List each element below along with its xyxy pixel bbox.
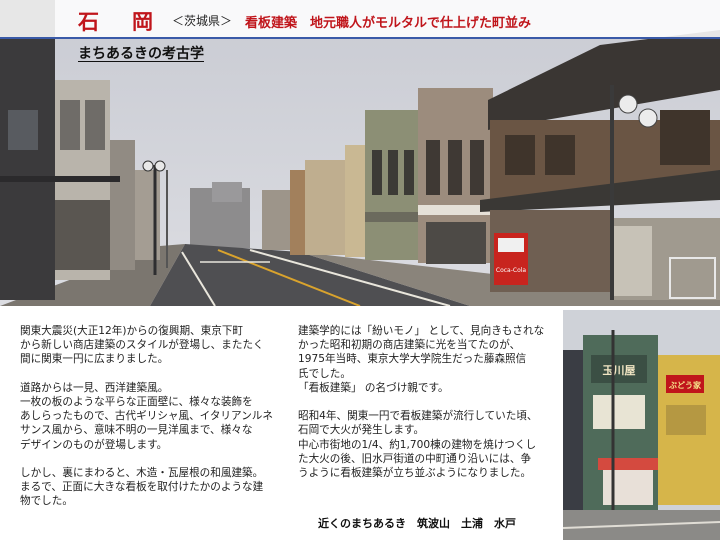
side-sign-left: 玉川屋: [603, 364, 636, 377]
storefront-scene: 玉川屋 ぶどう家: [563, 310, 720, 540]
headline: 看板建築 地元職人がモルタルで仕上げた町並み: [245, 16, 532, 31]
body-column-2: 建築学的には「紛いモノ」 として、見向きもされな かった昭和初期の商店建築に光を…: [298, 325, 545, 480]
series-title: まちあるきの考古学: [78, 46, 204, 62]
vending-machine-label: Coca-Cola: [496, 267, 527, 274]
side-photo: 玉川屋 ぶどう家: [563, 310, 720, 540]
body-column-1: 関東大震災(大正12年)からの復興期、東京下町 から新しい商店建築のスタイルが登…: [20, 325, 273, 508]
nearby-walks-footer: 近くのまちあるき 筑波山 土浦 水戸: [318, 517, 516, 530]
title-bar: 石 岡 ＜茨城県＞ 看板建築 地元職人がモルタルで仕上げた町並み: [0, 0, 720, 38]
title-rule: [0, 37, 720, 39]
prefecture-label: ＜茨城県＞: [172, 14, 233, 28]
side-sign-right: ぶどう家: [668, 380, 702, 390]
city-title: 石 岡: [78, 10, 159, 34]
